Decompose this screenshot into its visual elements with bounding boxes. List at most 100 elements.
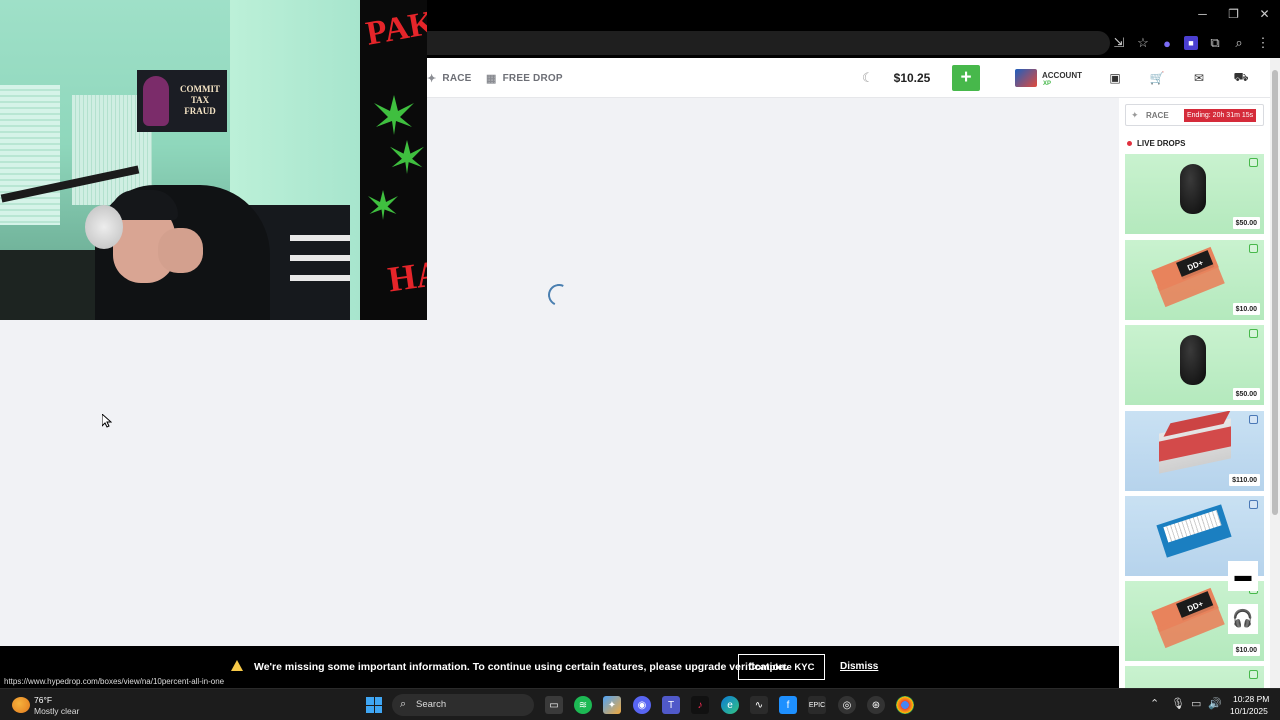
- drop-price: $110.00: [1229, 474, 1260, 486]
- search-label: Search: [416, 699, 447, 710]
- cart-icon[interactable]: 🛒: [1149, 70, 1165, 86]
- weather-temperature[interactable]: 76°F: [34, 695, 52, 705]
- webcam-window: [0, 85, 60, 225]
- drop-card[interactable]: $50.00: [1125, 154, 1264, 234]
- spotify-icon[interactable]: ≋: [574, 696, 592, 714]
- mouse-item-image: [1180, 335, 1206, 385]
- flag-text: COMMIT TAX FRAUD: [180, 84, 220, 116]
- leaf-icon: [390, 140, 424, 174]
- volume-icon[interactable]: 🔊: [1208, 697, 1222, 710]
- star-icon[interactable]: ☆: [1132, 32, 1154, 54]
- avatar[interactable]: [1015, 69, 1037, 87]
- wall-flag: COMMIT TAX FRAUD: [137, 70, 227, 132]
- copilot-icon[interactable]: ✦: [603, 696, 621, 714]
- edge-icon[interactable]: e: [721, 696, 739, 714]
- shipping-icon[interactable]: ⛟: [1233, 70, 1249, 86]
- minimize-button[interactable]: ─: [1187, 0, 1218, 28]
- sidebar-search-icon[interactable]: ⌕: [1228, 32, 1250, 54]
- tiktok-icon[interactable]: ♪: [691, 696, 709, 714]
- account-label[interactable]: ACCOUNT: [1042, 71, 1082, 80]
- webcam-floor: [0, 250, 110, 320]
- nav-race[interactable]: ✦ RACE: [427, 58, 472, 98]
- mail-icon[interactable]: ✉: [1191, 70, 1207, 86]
- install-icon[interactable]: ⇲: [1108, 32, 1130, 54]
- audio-app-icon[interactable]: ∿: [750, 696, 768, 714]
- race-icon: ✦: [427, 72, 437, 85]
- cash-item-image: [1159, 418, 1231, 474]
- obs-icon[interactable]: ◎: [838, 696, 856, 714]
- race-widget-label: RACE: [1146, 111, 1169, 120]
- support-button[interactable]: 🎧: [1228, 604, 1258, 634]
- weather-description[interactable]: Mostly clear: [34, 706, 79, 716]
- live-drops-sidebar: ✦ RACE Ending: 20h 31m 15s LIVE DROPS $5…: [1119, 98, 1270, 720]
- chat-icon: ▬: [1234, 566, 1252, 585]
- gift-icon: ▦: [486, 72, 497, 85]
- race-widget[interactable]: ✦ RACE Ending: 20h 31m 15s: [1125, 104, 1264, 126]
- window-controls: ─ ❐ ✕: [1187, 0, 1280, 28]
- kyc-message: We're missing some important information…: [254, 661, 789, 673]
- clock-date[interactable]: 10/1/2025: [1230, 706, 1268, 716]
- page-scrollbar[interactable]: [1270, 58, 1280, 688]
- balance: $10.25: [893, 71, 931, 85]
- rarity-badge-icon: [1249, 500, 1258, 509]
- leaf-icon: [368, 190, 398, 220]
- moon-icon[interactable]: ☾: [862, 70, 874, 86]
- rarity-badge-icon: [1249, 415, 1258, 424]
- clock-time[interactable]: 10:28 PM: [1233, 694, 1269, 704]
- screen: ─ ❐ ✕ ⇲ ☆ ● ■ ⧉ ⌕ ⋮ ✦ RACE ▦ FREE DROP ☾…: [0, 0, 1280, 720]
- scrollbar-thumb[interactable]: [1272, 70, 1278, 515]
- streamer-hand: [158, 228, 203, 273]
- app-icon[interactable]: ⊛: [867, 696, 885, 714]
- files-app-icon[interactable]: f: [779, 696, 797, 714]
- extension-icon[interactable]: ●: [1156, 32, 1178, 54]
- warning-icon: [231, 660, 243, 671]
- mouse-cursor-icon: [102, 414, 112, 428]
- taskbar: 76°F Mostly clear ⌕ Search ▭ ≋ ✦ ◉ T ♪ e…: [0, 688, 1280, 720]
- chevron-up-icon[interactable]: ⌃: [1150, 697, 1159, 710]
- rarity-badge-icon: [1249, 244, 1258, 253]
- status-bar-url: https://www.hypedrop.com/boxes/view/na/1…: [0, 675, 229, 688]
- search-icon: ⌕: [400, 698, 407, 710]
- teams-icon[interactable]: T: [662, 696, 680, 714]
- menu-icon[interactable]: ⋮: [1252, 32, 1274, 54]
- nav-free-drop[interactable]: ▦ FREE DROP: [486, 58, 563, 98]
- drop-card[interactable]: $110.00: [1125, 411, 1264, 491]
- chrome-icon[interactable]: [896, 696, 914, 714]
- nav-race-label: RACE: [442, 72, 472, 84]
- drop-card[interactable]: $50.00: [1125, 325, 1264, 405]
- drop-price: $10.00: [1232, 644, 1260, 656]
- drop-price: $50.00: [1232, 388, 1260, 400]
- dismiss-button[interactable]: Dismiss: [840, 661, 878, 672]
- weather-icon[interactable]: [12, 697, 30, 713]
- race-icon: ✦: [1131, 110, 1139, 120]
- task-view-icon[interactable]: ▭: [545, 696, 563, 714]
- restore-button[interactable]: ❐: [1218, 0, 1249, 28]
- extension-icon[interactable]: ■: [1184, 36, 1198, 50]
- tapestry: PAK HA: [360, 0, 427, 320]
- puzzle-icon[interactable]: ⧉: [1204, 32, 1226, 54]
- webcam-overlay: COMMIT TAX FRAUD PAK HA: [0, 0, 427, 320]
- nav-free-drop-label: FREE DROP: [502, 72, 563, 84]
- microphone-icon[interactable]: 🎙: [1171, 697, 1185, 710]
- rarity-badge-icon: [1249, 670, 1258, 679]
- discord-icon[interactable]: ◉: [633, 696, 651, 714]
- tapestry-text-top: PAK: [363, 4, 427, 53]
- drop-price: $10.00: [1232, 303, 1260, 315]
- inventory-icon[interactable]: ▣: [1107, 70, 1123, 86]
- epic-games-icon[interactable]: EPIC: [808, 696, 826, 714]
- taskbar-search[interactable]: ⌕ Search: [392, 694, 534, 716]
- close-button[interactable]: ✕: [1249, 0, 1280, 28]
- rarity-badge-icon: [1249, 329, 1258, 338]
- headset-icon: 🎧: [1232, 609, 1254, 628]
- toolbar-icons: ⇲ ☆ ● ■ ⧉ ⌕ ⋮: [1108, 28, 1280, 58]
- dinosaur-graphic: [143, 76, 169, 126]
- start-button[interactable]: [366, 697, 382, 713]
- xp-label: XP: [1043, 81, 1052, 87]
- complete-kyc-button[interactable]: Complete KYC: [738, 654, 825, 680]
- chat-button[interactable]: ▬: [1228, 561, 1258, 591]
- deposit-button[interactable]: +: [952, 65, 980, 91]
- mouse-item-image: [1180, 164, 1206, 214]
- cards-item-image: [1156, 504, 1232, 558]
- display-icon[interactable]: ▭: [1191, 697, 1201, 710]
- drop-card[interactable]: DD+ $10.00: [1125, 240, 1264, 320]
